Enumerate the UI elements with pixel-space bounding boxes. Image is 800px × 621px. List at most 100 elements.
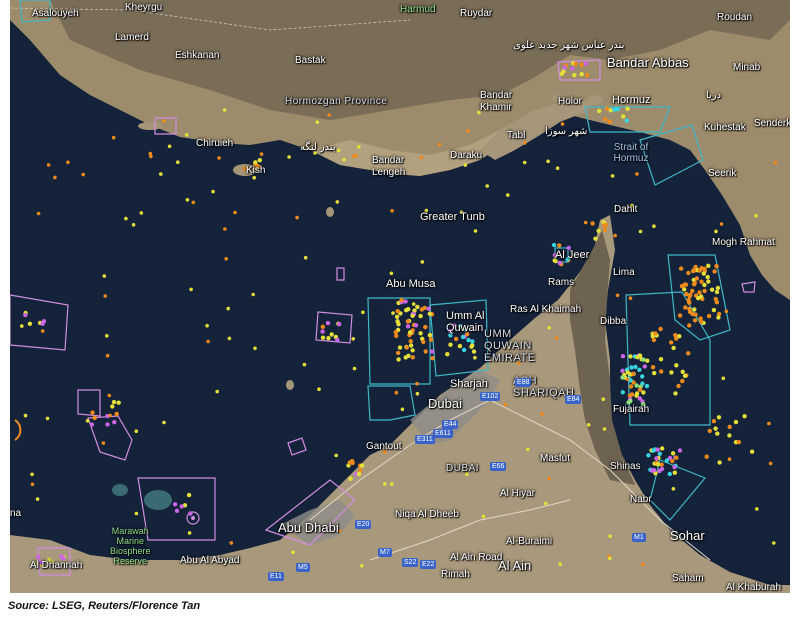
vessel-marker	[466, 337, 471, 343]
vessel-marker	[390, 209, 394, 213]
vessel-marker	[698, 316, 703, 321]
map-view[interactable]: Asalouyeh Kheyrgu Harmud Ruydar Roudan L…	[10, 0, 790, 593]
vessel-marker	[90, 410, 95, 415]
label-farsi-tabl: شهر سوزا	[545, 126, 588, 137]
vessel-marker	[394, 390, 399, 395]
vessel-marker	[702, 266, 707, 271]
vessel-marker	[397, 345, 403, 350]
vessel-marker	[66, 160, 70, 165]
vessel-marker	[134, 511, 139, 516]
vessel-marker	[546, 159, 550, 164]
vessel-marker	[473, 355, 477, 360]
vessel-marker	[176, 160, 180, 164]
vessel-marker	[653, 331, 658, 336]
label-bastak: Bastak	[295, 55, 326, 66]
vessel-marker	[634, 383, 639, 388]
vessel-marker	[92, 415, 97, 421]
label-nabr: Nabr	[630, 494, 652, 505]
vessel-marker	[624, 118, 629, 123]
island-small	[286, 380, 294, 390]
vessel-marker	[610, 174, 615, 178]
vessel-marker	[754, 213, 758, 218]
label-umm-quwain-emirate: UMM QUWAIN EMIRATE	[484, 328, 536, 364]
vessel-marker	[557, 260, 562, 266]
road-shield: E20	[355, 520, 372, 529]
vessel-marker	[226, 306, 230, 311]
vessel-marker	[466, 128, 470, 133]
vessel-marker	[469, 344, 474, 349]
vessel-marker	[686, 270, 691, 276]
label-umm-al-quwain: Umm Al Quwain	[446, 310, 485, 334]
vessel-marker	[174, 508, 180, 513]
vessel-marker	[463, 163, 468, 167]
vessel-marker	[621, 114, 626, 119]
vessel-marker	[351, 154, 356, 158]
label-seerik: Seerik	[708, 168, 737, 179]
vessel-marker	[320, 329, 325, 334]
vessel-marker	[473, 229, 478, 233]
vessel-marker	[671, 345, 676, 351]
vessel-marker	[677, 313, 683, 318]
vessel-marker	[697, 268, 702, 273]
vessel-marker	[191, 200, 196, 205]
road-shield: M7	[378, 548, 392, 557]
vessel-marker	[692, 280, 697, 286]
label-masfut: Masfut	[540, 453, 571, 464]
vessel-marker	[351, 337, 356, 341]
vessel-marker	[415, 391, 420, 396]
label-harmud: Harmud	[400, 4, 436, 15]
vessel-marker	[394, 314, 400, 319]
vessel-marker	[59, 554, 64, 559]
label-bandar-lengeh: Bandar Lengeh	[372, 155, 406, 178]
vessel-marker	[162, 420, 166, 425]
vessel-marker	[651, 337, 657, 343]
vessel-marker	[139, 211, 144, 215]
vessel-marker	[359, 463, 365, 468]
vessel-marker	[584, 72, 590, 78]
vessel-marker	[336, 148, 341, 153]
vessel-marker	[547, 476, 551, 481]
vessel-marker	[773, 161, 778, 165]
vessel-marker	[108, 413, 112, 418]
vessel-marker	[205, 323, 209, 328]
vessel-marker	[227, 336, 232, 341]
vessel-marker	[253, 346, 257, 351]
vessel-marker	[672, 470, 677, 475]
vessel-marker	[411, 302, 416, 306]
label-asalouyeh: Asalouyeh	[32, 8, 79, 19]
vessel-marker	[111, 135, 116, 140]
label-kheyrgu: Kheyrgu	[125, 2, 163, 13]
vessel-marker	[526, 447, 530, 452]
road-shield: E102	[480, 392, 501, 401]
vessel-marker	[714, 229, 718, 234]
vessel-marker	[603, 222, 609, 227]
vessel-marker	[112, 420, 117, 425]
vessel-marker	[23, 312, 28, 318]
vessel-marker	[652, 370, 657, 376]
vessel-marker	[658, 326, 663, 332]
vessel-marker	[295, 215, 299, 220]
vessel-marker	[683, 282, 689, 287]
vessel-marker	[337, 322, 342, 327]
vessel-marker	[107, 393, 112, 398]
source-caption: Source: LSEG, Reuters/Florence Tan	[8, 600, 201, 612]
vessel-marker	[603, 117, 608, 122]
label-al-buraimi: Al-Buraimi	[506, 536, 553, 547]
vessel-marker	[686, 351, 691, 356]
label-niqa-al-dheeb: Niqa Al Dheeb	[395, 509, 459, 520]
vessel-marker	[557, 243, 562, 248]
vessel-marker	[687, 309, 693, 315]
label-abu-dhabi: Abu Dhabi	[278, 520, 339, 535]
label-dubai-region: DUBAI	[446, 463, 480, 474]
label-shinas: Shinas	[610, 461, 641, 472]
vessel-marker	[394, 333, 399, 339]
vessel-marker	[399, 297, 404, 303]
vessel-marker	[768, 461, 773, 466]
vessel-marker	[642, 364, 647, 369]
vessel-marker	[395, 350, 401, 356]
vessel-marker	[36, 554, 41, 559]
vessel-marker	[698, 294, 704, 299]
road-shield: S22	[402, 558, 419, 567]
vessel-marker	[437, 142, 442, 147]
vessel-marker	[360, 564, 364, 568]
